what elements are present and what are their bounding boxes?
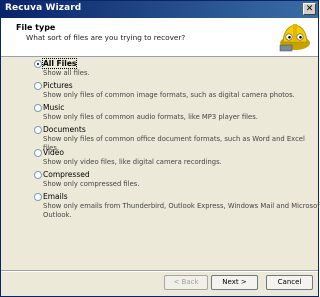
- option-label: Video: [43, 148, 65, 157]
- radio-documents[interactable]: [34, 126, 42, 134]
- option-description: Show only files of common audio formats,…: [43, 113, 258, 121]
- radio-pictures[interactable]: [34, 82, 42, 90]
- wizard-header: File type What sort of files are you try…: [1, 18, 318, 57]
- option-description: Show only compressed files.: [43, 180, 140, 188]
- option-description: Show only video files, like digital came…: [43, 158, 222, 166]
- radio-video[interactable]: [34, 149, 42, 157]
- window-title: Recuva Wizard: [5, 3, 82, 13]
- page-subtitle: What sort of files are you trying to rec…: [26, 33, 186, 42]
- option-description: Show all files.: [43, 69, 90, 77]
- recuva-hardhat-logo-icon: [279, 24, 310, 52]
- title-bar: Recuva Wizard ✕: [1, 1, 318, 18]
- cancel-button[interactable]: Cancel: [266, 275, 313, 290]
- option-description: Show only emails from Thunderbird, Outlo…: [43, 202, 320, 219]
- option-description: Show only files of common office documen…: [43, 135, 305, 152]
- page-title: File type: [16, 23, 56, 32]
- option-label: All Files: [41, 58, 78, 69]
- radio-music[interactable]: [34, 104, 42, 112]
- radio-compressed[interactable]: [34, 171, 42, 179]
- close-button[interactable]: ✕: [303, 3, 316, 15]
- next-button[interactable]: Next >: [211, 275, 258, 290]
- radio-emails[interactable]: [34, 193, 42, 201]
- option-label: Compressed: [43, 170, 90, 179]
- back-button[interactable]: < Back: [164, 275, 208, 290]
- option-description: Show only files of common image formats,…: [43, 91, 295, 99]
- recuva-wizard-window: Recuva Wizard ✕ File type What sort of f…: [0, 0, 320, 297]
- option-label: Emails: [43, 192, 68, 201]
- option-label: Music: [43, 103, 65, 112]
- option-label: Pictures: [43, 81, 73, 90]
- footer-separator: [1, 270, 318, 272]
- radio-all-files[interactable]: [34, 60, 42, 68]
- option-label: Documents: [43, 125, 86, 134]
